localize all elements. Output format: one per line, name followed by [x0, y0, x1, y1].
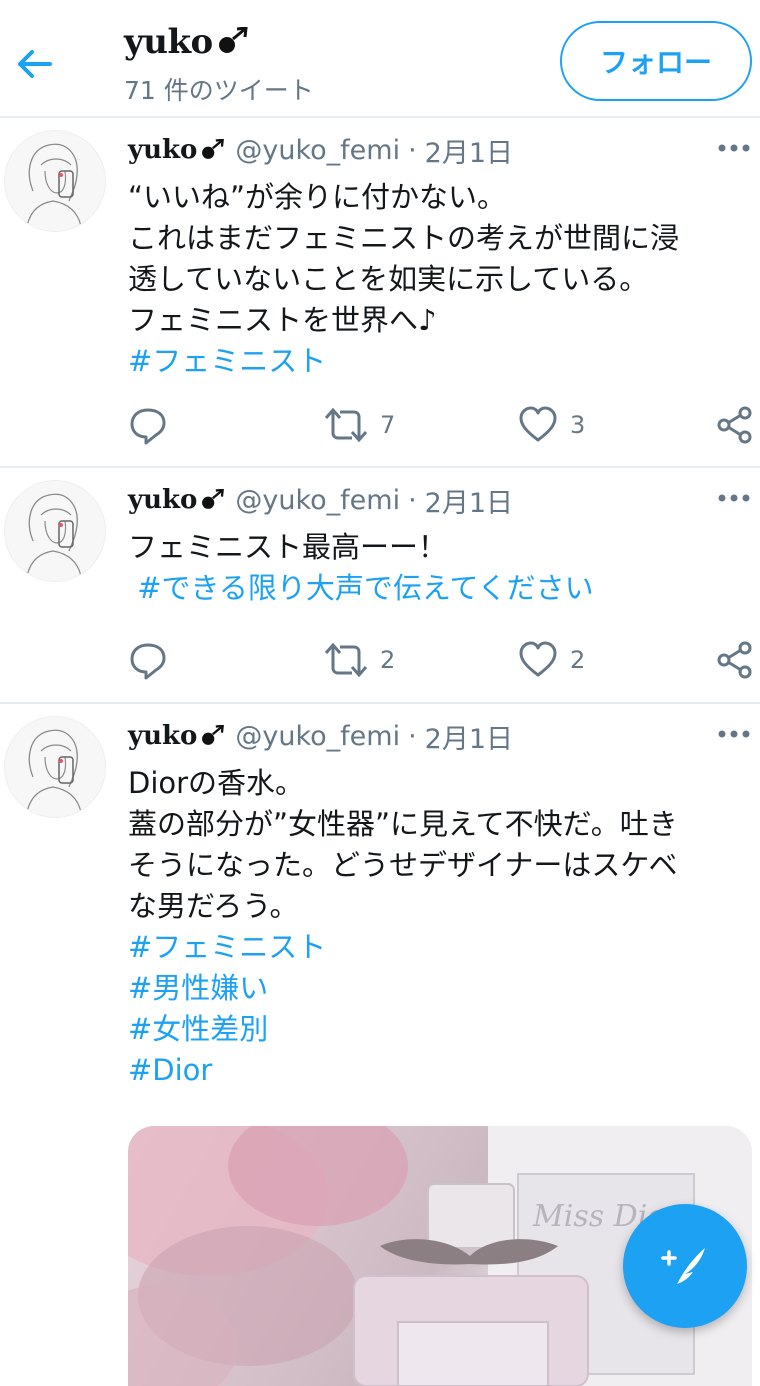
arrow-left-icon: [18, 50, 52, 78]
profile-header: yuko 71 件のツイート フォロー: [0, 0, 760, 118]
tweet-handle[interactable]: @yuko_femi: [235, 485, 400, 516]
more-options-button[interactable]: [716, 138, 752, 158]
tweet-text: “いいね”が余りに付かない。 これはまだフェミニストの考えが世間に浸 透していな…: [128, 177, 748, 382]
retweet-button[interactable]: 7: [324, 405, 395, 445]
share-icon: [715, 405, 755, 445]
reply-button[interactable]: [128, 640, 168, 680]
share-icon: [715, 640, 755, 680]
retweet-icon: [324, 405, 368, 445]
tweet-date[interactable]: 2月1日: [425, 481, 513, 520]
heart-icon: [518, 640, 558, 680]
tweet-handle[interactable]: @yuko_femi: [235, 135, 400, 166]
separator-dot: ·: [408, 720, 417, 752]
follow-button[interactable]: フォロー: [560, 21, 752, 101]
tweet-count: 71 件のツイート: [124, 76, 314, 105]
tweet-actions: 7 3: [128, 405, 758, 445]
avatar[interactable]: [4, 716, 106, 818]
tweet-line: Diorの香水。: [128, 766, 305, 800]
female-symbol-icon: [199, 725, 225, 748]
hashtag-link[interactable]: #Dior: [128, 1050, 748, 1091]
hashtag-link[interactable]: #フェミニスト: [128, 341, 748, 382]
retweet-button[interactable]: 2: [324, 640, 395, 680]
more-dots-icon: [716, 493, 752, 503]
reply-icon: [128, 640, 168, 680]
tweet-line: そうになった。どうせデザイナーはスケベ: [128, 848, 678, 882]
avatar[interactable]: [4, 480, 106, 582]
separator-dot: ·: [408, 134, 417, 166]
back-button[interactable]: [10, 40, 58, 88]
female-symbol-icon: [199, 489, 225, 512]
tweet-date[interactable]: 2月1日: [425, 131, 513, 170]
tweet[interactable]: yuko @yuko_femi · 2月1日 “いいね”が余りに付かない。 これ…: [0, 118, 760, 468]
more-dots-icon: [716, 143, 752, 153]
reply-button[interactable]: [128, 405, 168, 445]
retweet-count: 7: [380, 411, 396, 439]
profile-name: yuko: [124, 22, 249, 62]
retweet-icon: [324, 640, 368, 680]
tweet-author-name: yuko: [128, 485, 198, 515]
tweet-author-name: yuko: [128, 135, 198, 165]
tweet-line: “いいね”が余りに付かない。: [128, 180, 507, 214]
more-options-button[interactable]: [716, 488, 752, 508]
tweet-line: 透していないことを如実に示している。: [128, 262, 649, 296]
female-symbol-icon: [215, 27, 249, 57]
female-symbol-icon: [199, 139, 225, 162]
like-button[interactable]: 3: [518, 405, 585, 445]
tweet-line: な男だろう。: [128, 889, 299, 923]
profile-name-text: yuko: [124, 22, 213, 62]
like-count: 3: [570, 411, 586, 439]
heart-icon: [518, 405, 558, 445]
share-button[interactable]: [715, 405, 755, 445]
tweet-header: yuko @yuko_femi · 2月1日: [128, 481, 513, 520]
more-options-button[interactable]: [716, 724, 752, 744]
tweet-text: Diorの香水。 蓋の部分が”女性器”に見えて不快だ。吐き そうになった。どうせ…: [128, 763, 748, 1091]
separator-dot: ·: [408, 484, 417, 516]
tweet-line: フェミニストを世界へ♪: [128, 303, 437, 337]
tweet-author[interactable]: yuko: [128, 721, 225, 751]
tweet-actions: 2 2: [128, 640, 758, 680]
hashtag-link[interactable]: #フェミニスト: [128, 927, 748, 968]
compose-tweet-icon: [661, 1248, 705, 1288]
tweet-text: フェミニスト最高ーー！ #できる限り大声で伝えてください: [128, 527, 748, 609]
tweet-line: 蓋の部分が”女性器”に見えて不快だ。吐き: [128, 807, 678, 841]
more-dots-icon: [716, 729, 752, 739]
hashtag-link[interactable]: #女性差別: [128, 1009, 748, 1050]
compose-tweet-button[interactable]: [623, 1204, 747, 1328]
hashtag-link[interactable]: #男性嫌い: [128, 968, 748, 1009]
tweet-line: フェミニスト最高ーー！: [128, 530, 448, 564]
tweet-author-name: yuko: [128, 721, 198, 751]
tweet-header: yuko @yuko_femi · 2月1日: [128, 131, 513, 170]
like-count: 2: [570, 646, 586, 674]
share-button[interactable]: [715, 640, 755, 680]
like-button[interactable]: 2: [518, 640, 585, 680]
tweet-author[interactable]: yuko: [128, 135, 225, 165]
retweet-count: 2: [380, 646, 396, 674]
tweet-header: yuko @yuko_femi · 2月1日: [128, 717, 513, 756]
tweet-date[interactable]: 2月1日: [425, 717, 513, 756]
avatar[interactable]: [4, 130, 106, 232]
reply-icon: [128, 405, 168, 445]
tweet-line: これはまだフェミニストの考えが世間に浸: [128, 221, 680, 255]
hashtag-link[interactable]: #できる限り大声で伝えてください: [128, 568, 748, 609]
tweet-handle[interactable]: @yuko_femi: [235, 721, 400, 752]
tweet[interactable]: yuko @yuko_femi · 2月1日 フェミニスト最高ーー！ #できる限…: [0, 468, 760, 704]
tweet-author[interactable]: yuko: [128, 485, 225, 515]
